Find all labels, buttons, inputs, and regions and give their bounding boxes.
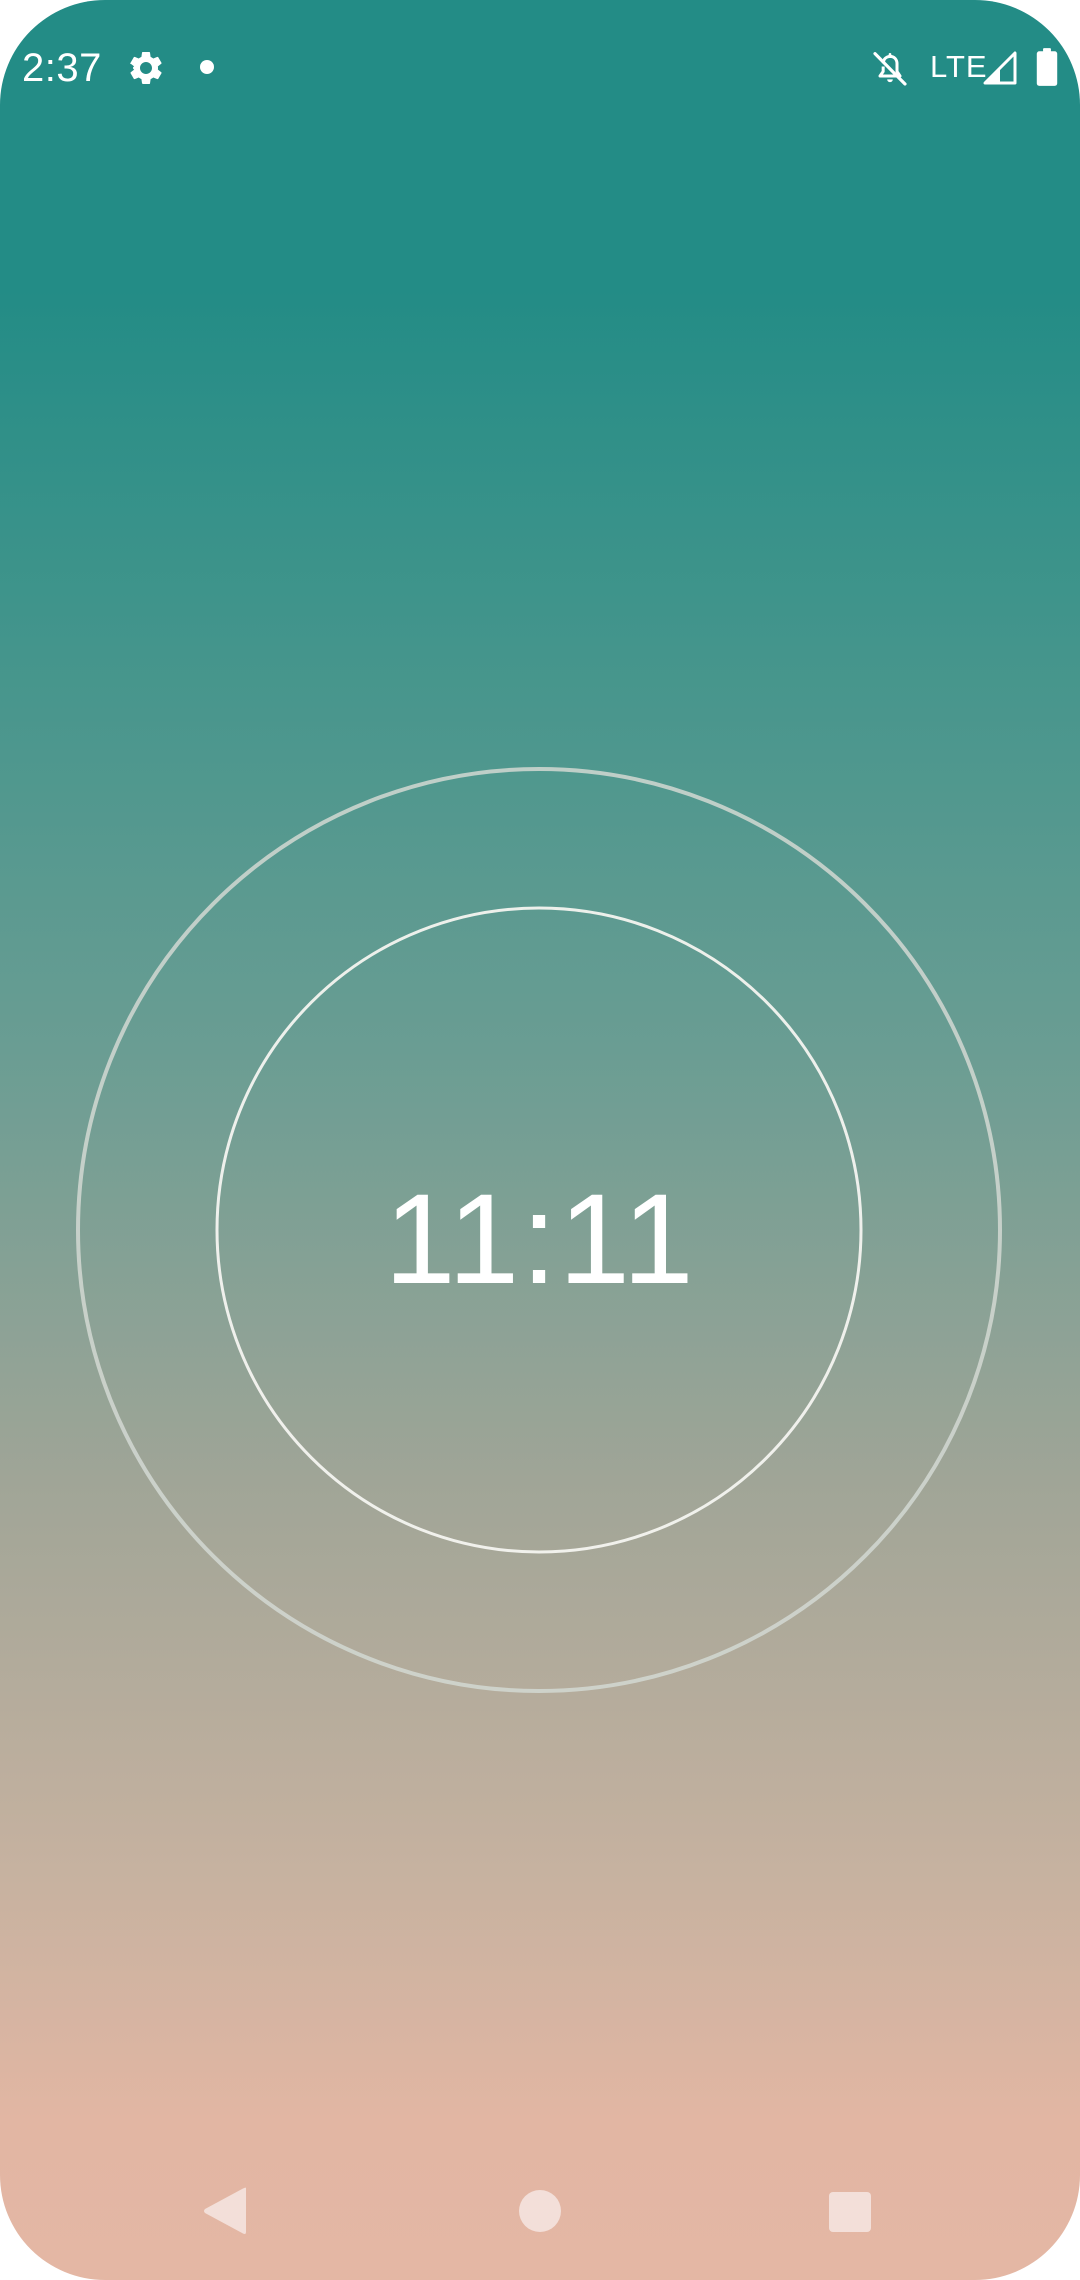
clock-rings: [76, 767, 1002, 1693]
clock-time: 11:11: [384, 1168, 696, 1311]
recents-icon[interactable]: [829, 2192, 871, 2232]
navigation-bar: [0, 2150, 1080, 2280]
back-icon[interactable]: [202, 2186, 248, 2236]
home-icon[interactable]: [519, 2190, 561, 2232]
screen: 2:37 LTE 11:11: [0, 0, 1080, 2280]
